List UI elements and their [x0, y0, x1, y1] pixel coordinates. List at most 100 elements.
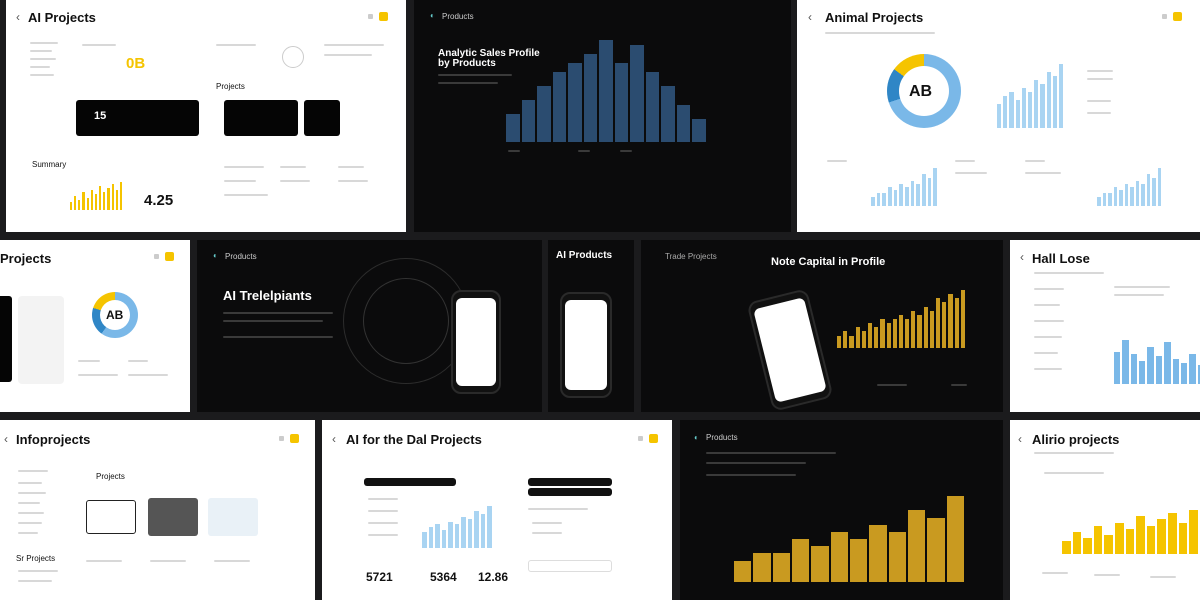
chart-bars-p8: [1114, 340, 1200, 384]
search-bar[interactable]: [364, 478, 456, 486]
chart-bar: [1102, 193, 1106, 206]
chart-bar: [917, 314, 922, 348]
top-actions: [154, 252, 174, 261]
headline: AI Products: [556, 250, 613, 261]
chart-bar: [923, 306, 928, 348]
chart-bar: [1114, 351, 1121, 384]
chart-bar: [1135, 180, 1139, 206]
chart-bar: [893, 190, 898, 206]
chart-bar: [435, 524, 440, 548]
chart-bar: [1180, 363, 1188, 384]
chart-bar: [1172, 358, 1179, 384]
input-field[interactable]: [528, 560, 612, 572]
filter-pill-2[interactable]: [528, 488, 612, 496]
chart-bars-p3b: [871, 168, 938, 206]
panel-infoprojects: ‹ Infoprojects Projects Sr Projects: [0, 420, 315, 600]
back-chevron-icon[interactable]: ‹: [4, 432, 8, 446]
illustration-card: [148, 498, 198, 536]
panel-title: Alirio projects: [1032, 432, 1120, 447]
chart-bar: [467, 519, 473, 548]
chart-bar: [874, 327, 879, 348]
menu-icon[interactable]: [279, 436, 284, 441]
chart-bar: [94, 194, 98, 210]
chart-bar: [946, 496, 964, 582]
brand: Products: [706, 433, 738, 442]
chart-bar: [428, 527, 434, 548]
panel-ai-projects: ‹ AI Projects 0B Projects 15 Summary 4.2…: [6, 0, 406, 232]
chart-bar: [461, 516, 466, 548]
panel-title: AI for the Dal Projects: [346, 432, 482, 447]
chart-bar: [1009, 92, 1014, 128]
yellow-action-button[interactable]: [379, 12, 388, 21]
back-chevron-icon[interactable]: ‹: [16, 10, 20, 24]
chart-bars-p2: [506, 40, 706, 142]
chart-bar: [753, 553, 771, 582]
chart-bar: [1164, 342, 1171, 384]
back-chevron-icon[interactable]: ‹: [808, 10, 812, 24]
chart-bar: [1115, 522, 1124, 554]
chart-bar: [1021, 88, 1026, 128]
chart-bar: [1168, 513, 1177, 554]
yellow-action-button[interactable]: [165, 252, 174, 261]
filter-pill-1[interactable]: [528, 478, 612, 486]
yellow-action-button[interactable]: [649, 434, 658, 443]
chart-bar: [871, 196, 875, 206]
chart-bar: [734, 560, 752, 582]
phone-mockup: [451, 290, 501, 394]
chart-bar: [861, 331, 866, 348]
chart-bar: [933, 168, 938, 206]
illustration-card: [208, 498, 258, 536]
chart-bar: [487, 506, 493, 548]
chart-bar: [599, 40, 613, 142]
chart-bar: [888, 531, 906, 582]
chart-bar: [111, 184, 114, 210]
chart-bar: [99, 186, 102, 210]
chart-bar: [1152, 177, 1156, 206]
card-stat: 15: [94, 110, 107, 122]
chart-bar: [791, 539, 810, 582]
chart-bar: [70, 202, 73, 210]
chart-bar: [82, 192, 85, 210]
panel-ai-products: AI Products: [548, 240, 634, 412]
menu-icon[interactable]: [368, 14, 373, 19]
menu-icon[interactable]: [638, 436, 643, 441]
chart-bar: [1146, 174, 1150, 206]
chart-bar: [1113, 187, 1117, 206]
logo-icon: ◐: [694, 433, 699, 442]
chart-bar: [876, 193, 881, 206]
chart-bar: [855, 327, 860, 348]
back-chevron-icon[interactable]: ‹: [332, 432, 336, 446]
chart-bar: [907, 510, 926, 582]
chart-bar: [880, 319, 885, 348]
chart-bar: [1034, 80, 1039, 128]
back-chevron-icon[interactable]: ‹: [1020, 250, 1024, 264]
menu-icon[interactable]: [1162, 14, 1167, 19]
side-phone: [0, 296, 12, 382]
headline: AI Trelelpiants: [223, 288, 312, 303]
chart-bar: [78, 200, 81, 210]
yellow-action-button[interactable]: [1173, 12, 1182, 21]
panel-hall-lose: ‹ Hall Lose: [1010, 240, 1200, 412]
chart-bar: [849, 335, 854, 348]
brand: Products: [225, 252, 257, 261]
chart-bar: [905, 187, 909, 206]
chart-bar: [1139, 360, 1146, 384]
chart-bar: [911, 310, 916, 348]
back-chevron-icon[interactable]: ‹: [1018, 432, 1022, 446]
chart-bar: [830, 531, 848, 582]
menu-icon[interactable]: [154, 254, 159, 259]
chart-bars-p1: [70, 182, 123, 210]
chart-bar: [898, 314, 904, 348]
chart-bar: [922, 174, 926, 206]
chart-bar: [960, 290, 965, 348]
yellow-action-button[interactable]: [290, 434, 299, 443]
chart-bar: [1072, 532, 1082, 554]
chart-bar: [1097, 196, 1101, 206]
chart-bar: [772, 553, 790, 582]
chart-bar: [441, 529, 447, 548]
section-label-2: Sr Projects: [16, 554, 56, 563]
summary-label: Summary: [32, 160, 67, 169]
badge-icon: [282, 46, 304, 68]
chart-bar: [888, 187, 892, 206]
chart-bar: [1124, 183, 1128, 206]
